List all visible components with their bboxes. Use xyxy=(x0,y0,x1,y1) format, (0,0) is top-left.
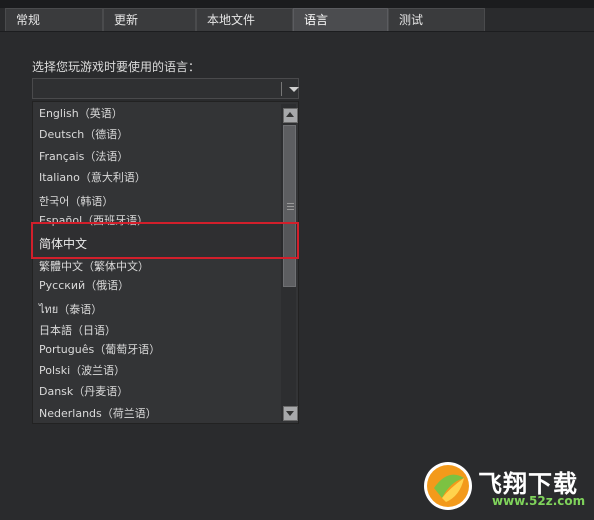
language-dropdown-list: English（英语） Deutsch（德语） Français（法语） Ita… xyxy=(32,101,299,424)
tab-divider xyxy=(0,31,594,32)
grip-line xyxy=(287,209,294,210)
language-option[interactable]: Deutsch（德语） xyxy=(39,126,128,142)
language-option[interactable]: Português（葡萄牙语） xyxy=(39,341,160,357)
scrollbar-thumb[interactable] xyxy=(283,125,296,287)
chevron-down-icon[interactable] xyxy=(289,87,299,92)
language-option[interactable]: Polski（波兰语） xyxy=(39,362,125,378)
tab-bar: 常规 更新 本地文件 语言 测试 xyxy=(0,8,594,32)
language-option[interactable]: English（英语） xyxy=(39,105,123,121)
window-top-strip xyxy=(0,0,594,8)
grip-line xyxy=(287,206,294,207)
scroll-up-icon[interactable] xyxy=(283,108,298,123)
language-option[interactable]: Français（法语） xyxy=(39,148,128,164)
language-select[interactable] xyxy=(32,78,299,99)
highlight-box xyxy=(31,222,299,259)
language-option[interactable]: 한국어（韩语） xyxy=(39,193,113,209)
tab-general[interactable]: 常规 xyxy=(5,8,103,32)
scroll-down-icon[interactable] xyxy=(283,406,298,421)
language-option[interactable]: 日本語（日语） xyxy=(39,322,116,338)
tab-language[interactable]: 语言 xyxy=(293,8,388,32)
language-option[interactable]: ไทย（泰语） xyxy=(39,300,102,318)
language-option[interactable]: Русский（俄语） xyxy=(39,277,129,293)
tab-updates[interactable]: 更新 xyxy=(103,8,196,32)
language-option[interactable]: Dansk（丹麦语） xyxy=(39,383,128,399)
language-prompt: 选择您玩游戏时要使用的语言： xyxy=(32,60,201,74)
watermark-logo: 飞翔下载 www.52z.com xyxy=(420,458,590,514)
tab-betas[interactable]: 测试 xyxy=(388,8,485,32)
language-option[interactable]: 繁體中文（繁体中文） xyxy=(39,258,149,274)
language-option[interactable]: Nederlands（荷兰语） xyxy=(39,405,157,421)
watermark-url: www.52z.com xyxy=(492,494,586,508)
select-separator xyxy=(281,82,282,96)
language-option[interactable]: Italiano（意大利语） xyxy=(39,169,146,185)
grip-line xyxy=(287,203,294,204)
watermark-emblem-icon xyxy=(424,462,472,510)
tab-local-files[interactable]: 本地文件 xyxy=(196,8,293,32)
